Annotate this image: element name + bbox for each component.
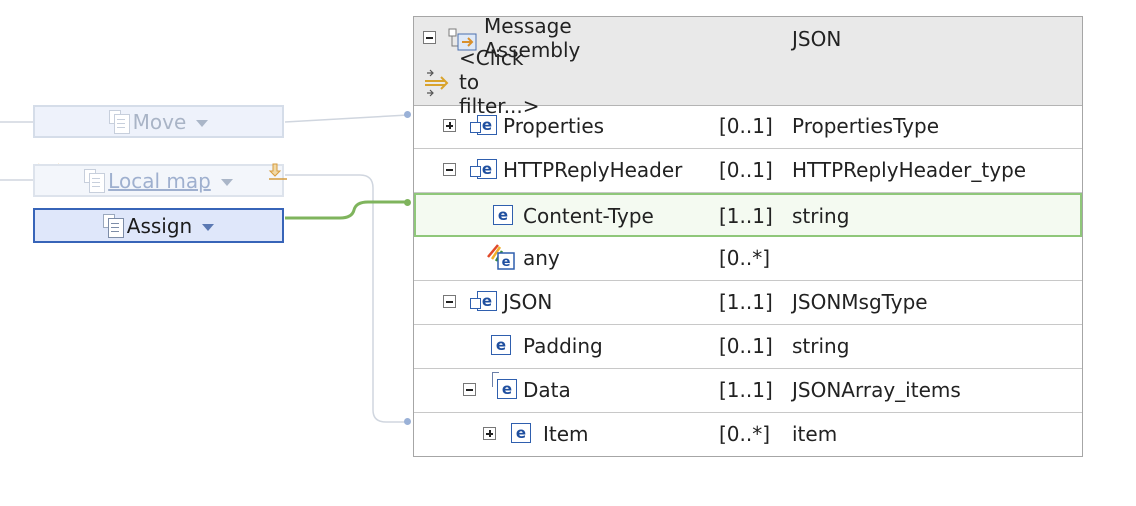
connection-endpoint — [404, 111, 411, 118]
message-tree-panel: Message Assembly JSON <Click to filter..… — [413, 14, 1083, 457]
assign-label: Assign — [126, 213, 193, 238]
row-type: item — [792, 422, 838, 446]
expand-icon[interactable] — [483, 427, 496, 440]
move-transform[interactable]: Move — [33, 105, 284, 138]
row-cardinality: [0..1] — [719, 158, 773, 182]
element-reference-icon: e — [470, 115, 497, 135]
dropdown-arrow-icon[interactable] — [196, 119, 209, 127]
collapse-icon[interactable] — [443, 163, 456, 176]
tree-row-padding[interactable]: e Padding [0..1] string — [414, 325, 1082, 369]
row-name: Item — [543, 422, 589, 446]
tree-header: Message Assembly JSON <Click to filter..… — [414, 14, 1082, 118]
root-type: JSON — [792, 27, 842, 51]
tree-row-properties[interactable]: e Properties [0..1] PropertiesType — [414, 105, 1082, 149]
row-cardinality: [0..*] — [719, 422, 771, 446]
transform-document-icon — [108, 109, 130, 134]
move-label: Move — [132, 109, 187, 134]
row-cardinality: [1..1] — [719, 204, 773, 228]
element-icon: e — [511, 423, 531, 443]
connection-endpoint — [404, 199, 411, 206]
row-name: Content-Type — [523, 204, 654, 228]
row-cardinality: [0..1] — [719, 114, 773, 138]
assign-transform[interactable]: Assign — [33, 208, 284, 243]
local-map-transform[interactable]: Local map — [33, 164, 284, 197]
row-name: Properties — [503, 114, 605, 138]
element-icon: e — [492, 372, 517, 399]
connection-endpoint — [404, 418, 411, 425]
tree-row-any[interactable]: e any [0..*] — [414, 237, 1082, 281]
local-map-link[interactable]: Local map — [108, 169, 211, 193]
move-output-line — [284, 114, 409, 123]
collapse-icon[interactable] — [463, 383, 476, 396]
row-name: Data — [523, 378, 571, 402]
tree-row-data[interactable]: e Data [1..1] JSONArray_items — [414, 369, 1082, 413]
collapse-icon[interactable] — [423, 31, 436, 44]
filter-icon — [425, 69, 449, 97]
row-type: HTTPReplyHeader_type — [792, 158, 1027, 182]
row-cardinality: [1..1] — [719, 378, 773, 402]
expand-icon[interactable] — [443, 119, 456, 132]
collapse-icon[interactable] — [443, 295, 456, 308]
row-type: string — [792, 204, 850, 228]
row-name: JSON — [503, 290, 553, 314]
transform-document-icon — [84, 168, 106, 193]
row-type: PropertiesType — [792, 114, 940, 138]
any-element-icon: e — [487, 244, 515, 270]
row-name: Padding — [523, 334, 603, 358]
row-type: JSONArray_items — [792, 378, 961, 402]
tree-row-content-type[interactable]: e Content-Type [1..1] string — [414, 193, 1082, 237]
tree-row-json[interactable]: e JSON [1..1] JSONMsgType — [414, 281, 1082, 325]
dropdown-arrow-icon[interactable] — [202, 223, 215, 231]
tree-row-httpreplyheader[interactable]: e HTTPReplyHeader [0..1] HTTPReplyHeader… — [414, 149, 1082, 193]
row-cardinality: [1..1] — [719, 290, 773, 314]
filter-field[interactable]: <Click to filter...> — [459, 46, 540, 118]
element-reference-icon: e — [470, 291, 497, 311]
element-icon: e — [493, 205, 513, 225]
transform-document-icon — [102, 213, 124, 238]
svg-text:e: e — [502, 255, 511, 270]
element-reference-icon: e — [470, 159, 497, 179]
row-type: JSONMsgType — [792, 290, 928, 314]
row-cardinality: [0..*] — [719, 246, 771, 270]
row-type: string — [792, 334, 850, 358]
row-name: any — [523, 246, 560, 270]
assign-output-line — [285, 200, 410, 220]
tree-row-item[interactable]: e Item [0..*] item — [414, 413, 1082, 457]
localmap-output-line — [285, 174, 408, 423]
dropdown-arrow-icon[interactable] — [220, 178, 233, 186]
transfer-icon — [268, 163, 287, 180]
row-cardinality: [0..1] — [719, 334, 773, 358]
row-name: HTTPReplyHeader — [503, 158, 683, 182]
element-icon: e — [491, 335, 511, 355]
